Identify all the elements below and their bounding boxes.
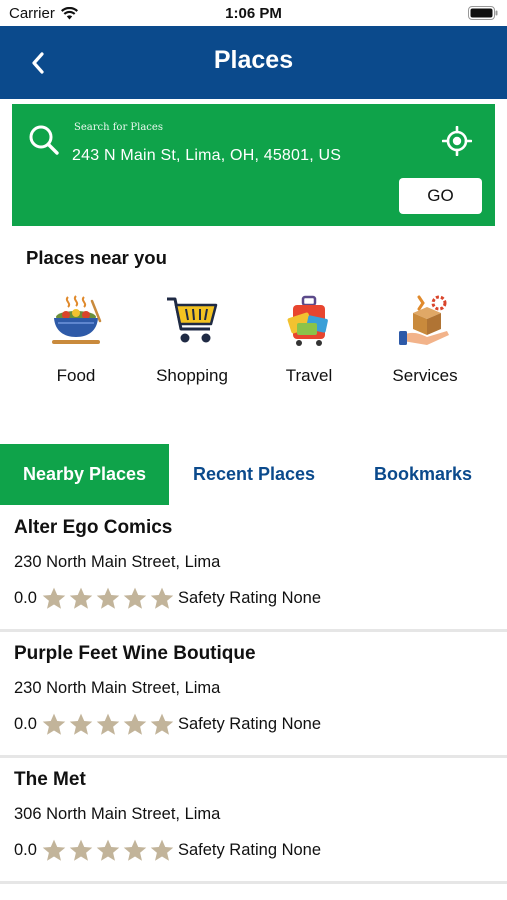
safety-rating: Safety Rating None	[177, 714, 322, 733]
status-bar: Carrier 1:06 PM	[0, 0, 507, 26]
place-name: Alter Ego Comics	[14, 517, 173, 538]
category-label: Food	[56, 366, 96, 385]
star-icon	[123, 839, 147, 861]
place-name: Purple Feet Wine Boutique	[14, 643, 256, 664]
rating-value: 0.0	[14, 588, 37, 607]
tab-recent-places[interactable]: Recent Places	[169, 444, 339, 505]
star-icon	[150, 839, 174, 861]
search-caption: Search for Places	[74, 122, 163, 133]
star-rating	[41, 586, 175, 611]
status-time: 1:06 PM	[225, 5, 282, 22]
rating-value: 0.0	[14, 714, 37, 733]
star-icon	[69, 713, 93, 735]
star-icon	[150, 587, 174, 609]
category-travel[interactable]: Travel	[254, 290, 364, 386]
star-icon	[96, 713, 120, 735]
place-list-item[interactable]: Alter Ego Comics 230 North Main Street, …	[0, 506, 507, 632]
star-icon	[42, 587, 66, 609]
star-icon	[69, 839, 93, 861]
category-services[interactable]: Services	[370, 290, 480, 386]
star-icon	[96, 587, 120, 609]
place-address: 230 North Main Street, Lima	[14, 679, 221, 697]
search-icon	[29, 125, 59, 155]
rating-row: 0.0 Safety Rating None	[14, 584, 321, 612]
service-box-icon	[370, 290, 480, 352]
star-icon	[96, 839, 120, 861]
battery-icon	[468, 6, 498, 25]
navigation-bar: Places	[0, 26, 507, 99]
tab-bookmarks[interactable]: Bookmarks	[339, 444, 507, 505]
search-panel: Search for Places GO	[12, 104, 495, 226]
place-address: 230 North Main Street, Lima	[14, 553, 221, 571]
luggage-icon	[254, 290, 364, 352]
star-rating	[41, 712, 175, 737]
places-tabs: Nearby Places Recent Places Bookmarks	[0, 444, 507, 505]
category-shopping[interactable]: Shopping	[137, 290, 247, 386]
star-icon	[42, 713, 66, 735]
location-target-icon[interactable]	[442, 126, 472, 156]
star-icon	[123, 587, 147, 609]
star-icon	[42, 839, 66, 861]
food-bowl-icon	[21, 290, 131, 352]
place-address: 306 North Main Street, Lima	[14, 805, 221, 823]
tab-nearby-places[interactable]: Nearby Places	[0, 444, 169, 505]
rating-value: 0.0	[14, 840, 37, 859]
go-button[interactable]: GO	[399, 178, 482, 214]
rating-row: 0.0 Safety Rating None	[14, 836, 321, 864]
category-label: Travel	[285, 366, 333, 385]
star-rating	[41, 838, 175, 863]
shopping-cart-icon	[137, 290, 247, 352]
rating-row: 0.0 Safety Rating None	[14, 710, 321, 738]
category-label: Services	[392, 366, 458, 385]
category-food[interactable]: Food	[21, 290, 131, 386]
place-name: The Met	[14, 769, 86, 790]
safety-rating: Safety Rating None	[177, 840, 322, 859]
search-input[interactable]	[72, 142, 392, 170]
star-icon	[123, 713, 147, 735]
section-title: Places near you	[26, 247, 167, 268]
star-icon	[69, 587, 93, 609]
place-list-item[interactable]: Purple Feet Wine Boutique 230 North Main…	[0, 632, 507, 758]
safety-rating: Safety Rating None	[177, 588, 322, 607]
page-title: Places	[213, 46, 294, 74]
place-list-item[interactable]: The Met 306 North Main Street, Lima 0.0 …	[0, 758, 507, 884]
star-icon	[150, 713, 174, 735]
category-label: Shopping	[156, 366, 228, 385]
